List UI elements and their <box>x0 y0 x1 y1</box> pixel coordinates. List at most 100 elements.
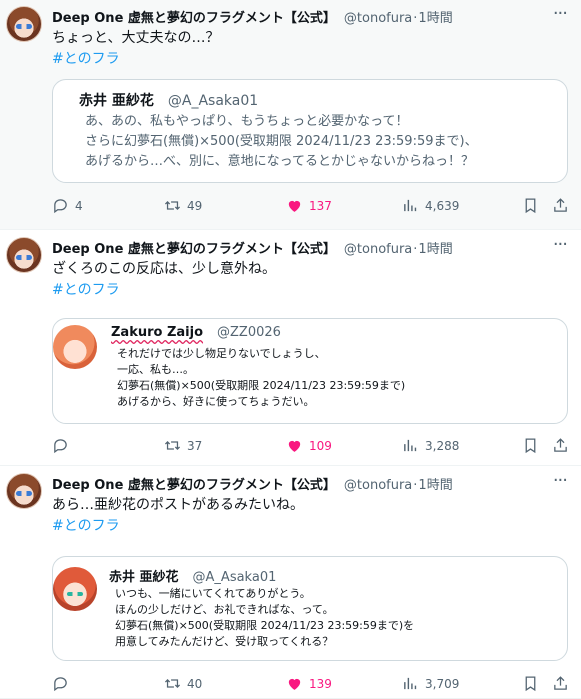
quote-text: あ、あの、私もやっぱり、もうちょっと必要かなって！ さらに幻夢石(無償)×500… <box>85 112 478 172</box>
share-icon <box>554 198 567 212</box>
share-button[interactable] <box>552 675 569 692</box>
separator-dot: · <box>413 11 418 26</box>
author-name[interactable]: Deep One 虚無と夢幻のフラグメント【公式】 <box>52 242 336 257</box>
retweet-button[interactable]: 49 <box>164 197 202 214</box>
quote-line: 用意してみたんだけど、受け取ってくれる？ <box>115 635 334 648</box>
retweet-icon <box>164 201 181 210</box>
views-icon <box>404 677 417 690</box>
quote-author-handle: @ZZ0026 <box>217 325 281 340</box>
share-icon <box>554 438 567 452</box>
reply-icon <box>54 199 67 214</box>
quote-author: 赤井 亜紗花 @A_Asaka01 <box>79 90 258 110</box>
quoted-tweet[interactable]: 赤井 亜紗花 @A_Asaka01 あ、あの、私もやっぱり、もうちょっと必要かなっ… <box>52 79 568 183</box>
bookmark-button[interactable] <box>522 675 539 692</box>
avatar[interactable] <box>6 237 42 273</box>
timestamp[interactable]: 1時間 <box>418 242 452 257</box>
hashtag-link[interactable]: #とのフラ <box>52 279 120 299</box>
quote-text: いつも、一緒にいてくれてありがとう。 ほんの少しだけど、お礼できればな、って。 … <box>115 586 414 650</box>
avatar[interactable] <box>6 6 42 42</box>
heart-icon <box>288 200 301 212</box>
quote-line: 幻夢石(無償)×500(受取期限 2024/11/23 23:59:59まで) <box>117 379 406 392</box>
retweet-count: 37 <box>187 438 203 453</box>
views-button[interactable]: 3,709 <box>402 675 459 692</box>
reply-icon <box>54 439 67 454</box>
views-button[interactable]: 3,288 <box>402 437 459 454</box>
author-name[interactable]: Deep One 虚無と夢幻のフラグメント【公式】 <box>52 478 336 493</box>
tweet-header: Deep One 虚無と夢幻のフラグメント【公式】 @tonofura·1時間 <box>52 7 453 26</box>
quoted-tweet[interactable]: Zakuro Zaijo @ZZ0026 それだけでは少し物足りないでしょうし、 … <box>52 318 568 424</box>
quote-line: あげるから、好きに使ってちょうだい。 <box>117 395 315 408</box>
share-button[interactable] <box>552 437 569 454</box>
heart-icon <box>288 440 301 452</box>
view-count: 3,288 <box>425 438 460 453</box>
quote-author-name: 赤井 亜紗花 <box>79 93 154 109</box>
separator-dot: · <box>413 242 418 257</box>
like-count: 139 <box>309 676 332 691</box>
retweet-icon <box>164 441 181 450</box>
quote-line: 一応、私も…。 <box>117 363 194 376</box>
views-icon <box>404 439 417 452</box>
quote-line: 幻夢石(無償)×500(受取期限 2024/11/23 23:59:59まで)を <box>115 619 415 632</box>
reply-count: 4 <box>75 198 83 213</box>
retweet-button[interactable]: 40 <box>164 675 202 692</box>
bookmark-button[interactable] <box>522 197 539 214</box>
reply-icon <box>54 677 67 692</box>
quote-avatar <box>53 325 97 369</box>
quote-line: それだけでは少し物足りないでしょうし、 <box>117 347 326 360</box>
like-button[interactable]: 137 <box>286 197 332 214</box>
quote-author-handle: @A_Asaka01 <box>167 93 259 109</box>
like-count: 109 <box>309 438 332 453</box>
views-button[interactable]: 4,639 <box>402 197 459 214</box>
quote-author: 赤井 亜紗花 @A_Asaka01 <box>109 566 276 585</box>
separator-dot: · <box>413 478 418 493</box>
tweet-text: ちょっと、大丈夫なの…？ <box>52 30 220 46</box>
reply-button[interactable] <box>52 675 75 692</box>
tweet[interactable]: Deep One 虚無と夢幻のフラグメント【公式】 @tonofura·1時間 ·… <box>0 0 581 230</box>
retweet-count: 49 <box>187 198 203 213</box>
bookmark-icon <box>525 676 536 692</box>
more-icon[interactable]: ··· <box>553 470 568 491</box>
quote-line: いつも、一緒にいてくれてありがとう。 <box>115 587 311 600</box>
bookmark-button[interactable] <box>522 437 539 454</box>
reply-button[interactable] <box>52 437 75 454</box>
view-count: 3,709 <box>425 676 460 691</box>
hashtag-link[interactable]: #とのフラ <box>52 48 120 68</box>
tweet-text: あら…亜紗花のポストがあるみたいね。 <box>52 497 304 513</box>
like-button[interactable]: 109 <box>286 437 332 454</box>
view-count: 4,639 <box>425 198 460 213</box>
author-handle[interactable]: @tonofura <box>344 478 412 493</box>
quote-line: あ、あの、私もやっぱり、もうちょっと必要かなって！ <box>85 114 409 129</box>
reply-button[interactable]: 4 <box>52 197 83 214</box>
tweet-header: Deep One 虚無と夢幻のフラグメント【公式】 @tonofura·1時間 <box>52 238 453 257</box>
more-icon[interactable]: ··· <box>553 234 568 255</box>
quoted-tweet[interactable]: 赤井 亜紗花 @A_Asaka01 いつも、一緒にいてくれてありがとう。 ほんの少… <box>52 556 568 661</box>
quote-avatar <box>53 567 97 611</box>
author-handle[interactable]: @tonofura <box>344 242 412 257</box>
quote-author-name: Zakuro Zaijo <box>111 325 204 340</box>
quote-line: あげるから…べ、別に、意地になってるとかじゃないからねっ！？ <box>85 154 474 169</box>
bookmark-icon <box>525 438 536 454</box>
quote-author: Zakuro Zaijo @ZZ0026 <box>111 325 281 340</box>
hashtag-link[interactable]: #とのフラ <box>52 515 120 535</box>
timestamp[interactable]: 1時間 <box>418 478 452 493</box>
author-name[interactable]: Deep One 虚無と夢幻のフラグメント【公式】 <box>52 11 336 26</box>
quote-author-name: 赤井 亜紗花 <box>109 570 179 585</box>
heart-icon <box>288 678 301 690</box>
quote-text: それだけでは少し物足りないでしょうし、 一応、私も…。 幻夢石(無償)×500(… <box>117 346 405 410</box>
avatar[interactable] <box>6 473 42 509</box>
retweet-count: 40 <box>187 676 203 691</box>
timestamp[interactable]: 1時間 <box>418 11 452 26</box>
action-bar: 40 139 3,709 <box>52 675 570 695</box>
bookmark-icon <box>525 198 536 214</box>
quote-line: さらに幻夢石(無償)×500(受取期限 2024/11/23 23:59:59ま… <box>85 134 478 149</box>
retweet-button[interactable]: 37 <box>164 437 202 454</box>
retweet-icon <box>164 679 181 688</box>
like-button[interactable]: 139 <box>286 675 332 692</box>
share-button[interactable] <box>552 197 569 214</box>
more-icon[interactable]: ··· <box>553 3 568 24</box>
action-bar: 4 49 137 4,639 <box>52 197 570 217</box>
tweet-text: ざくろのこの反応は、少し意外ね。 <box>52 261 276 277</box>
tweet[interactable]: Deep One 虚無と夢幻のフラグメント【公式】 @tonofura·1時間 ·… <box>0 467 581 699</box>
tweet[interactable]: Deep One 虚無と夢幻のフラグメント【公式】 @tonofura·1時間 ·… <box>0 231 581 466</box>
author-handle[interactable]: @tonofura <box>344 11 412 26</box>
